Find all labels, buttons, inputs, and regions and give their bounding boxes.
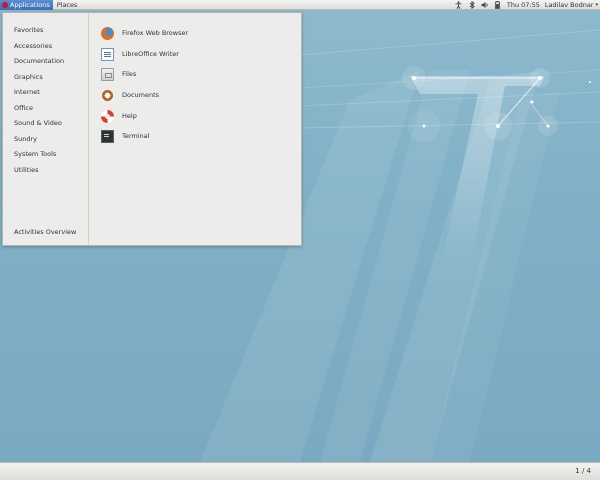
firefox-icon: [101, 26, 114, 40]
app-label: Firefox Web Browser: [122, 29, 189, 37]
app-help[interactable]: Help: [101, 108, 137, 124]
app-documents[interactable]: Documents: [101, 87, 159, 103]
category-list: Favorites Accessories Documentation Grap…: [3, 13, 89, 245]
top-panel-left: Applications Places: [0, 0, 81, 10]
battery-icon[interactable]: [494, 1, 502, 10]
applications-menu-button[interactable]: Applications: [0, 0, 53, 10]
category-utilities[interactable]: Utilities: [14, 166, 38, 174]
distro-logo-icon: [2, 2, 8, 8]
app-firefox[interactable]: Firefox Web Browser: [101, 25, 188, 41]
app-label: Files: [122, 70, 137, 78]
app-terminal[interactable]: Terminal: [101, 128, 149, 144]
category-system-tools[interactable]: System Tools: [14, 150, 56, 158]
files-icon: [101, 67, 114, 81]
category-sundry[interactable]: Sundry: [14, 135, 37, 143]
category-sound-video[interactable]: Sound & Video: [14, 119, 62, 127]
user-name: Ladilav Bodnar: [544, 1, 594, 9]
app-label: Documents: [122, 91, 160, 99]
app-label: Terminal: [122, 132, 150, 140]
terminal-icon: [101, 129, 114, 143]
category-office[interactable]: Office: [14, 104, 33, 112]
places-menu-button[interactable]: Places: [53, 0, 82, 10]
category-documentation[interactable]: Documentation: [14, 57, 64, 65]
applications-menu: Favorites Accessories Documentation Grap…: [2, 12, 302, 246]
volume-icon[interactable]: [481, 1, 489, 10]
user-menu[interactable]: Ladilav Bodnar ▾: [545, 1, 598, 9]
top-panel: Applications Places Thu 07:55 Ladilav Bo…: [0, 0, 600, 10]
bottom-panel: 1 / 4: [0, 462, 600, 480]
application-list: Firefox Web Browser LibreOffice Writer F…: [89, 13, 301, 245]
category-internet[interactable]: Internet: [14, 88, 40, 96]
help-icon: [101, 109, 114, 123]
category-graphics[interactable]: Graphics: [14, 73, 43, 81]
workspace-switcher[interactable]: 1 / 4: [571, 465, 595, 478]
accessibility-icon[interactable]: [455, 1, 463, 10]
clock[interactable]: Thu 07:55: [507, 1, 540, 9]
bluetooth-icon[interactable]: [468, 1, 476, 10]
top-panel-right: Thu 07:55 Ladilav Bodnar ▾: [455, 0, 598, 10]
app-files[interactable]: Files: [101, 66, 136, 82]
app-label: LibreOffice Writer: [122, 50, 179, 58]
app-libreoffice-writer[interactable]: LibreOffice Writer: [101, 46, 179, 62]
category-favorites[interactable]: Favorites: [14, 26, 43, 34]
chevron-down-icon: ▾: [595, 2, 598, 8]
applications-label: Applications: [10, 1, 50, 9]
activities-overview-link[interactable]: Activities Overview: [14, 228, 76, 236]
documents-icon: [101, 88, 114, 102]
libreoffice-writer-icon: [101, 47, 114, 61]
category-accessories[interactable]: Accessories: [14, 42, 52, 50]
app-label: Help: [122, 112, 137, 120]
